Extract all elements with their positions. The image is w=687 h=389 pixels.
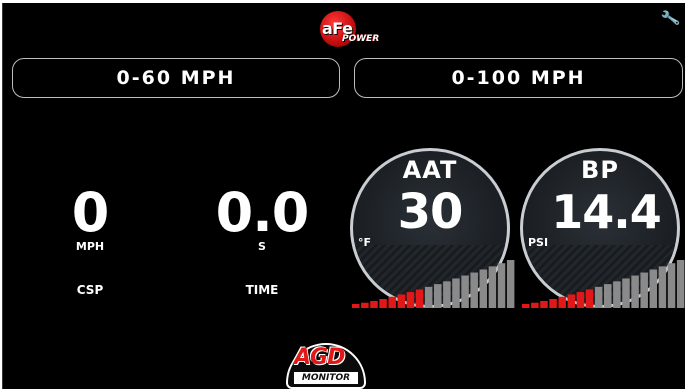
- monitor-logo-text: MONITOR: [294, 372, 358, 384]
- level-bar: [434, 284, 442, 308]
- agd-logo-text: AGD: [294, 345, 345, 370]
- level-bar: [397, 294, 406, 308]
- time-label: TIME: [245, 283, 279, 297]
- level-bar: [649, 269, 658, 308]
- agd-monitor-logo: AGD MONITOR: [280, 339, 376, 389]
- level-bar: [540, 300, 548, 308]
- zero-to-sixty-button[interactable]: 0-60 MPH: [12, 58, 340, 98]
- level-bar: [549, 298, 557, 308]
- level-bar: [388, 296, 396, 308]
- level-bar: [622, 278, 630, 308]
- level-bar: [406, 292, 415, 308]
- level-bar: [658, 266, 667, 308]
- level-bar: [415, 289, 424, 308]
- level-bar: [497, 263, 506, 308]
- level-bar: [585, 289, 594, 308]
- level-bar: [676, 260, 685, 308]
- aat-level-bars: [352, 260, 515, 308]
- bp-gauge-title: BP: [581, 156, 619, 184]
- level-bar: [558, 296, 566, 308]
- aat-gauge-unit: °F: [358, 236, 372, 249]
- time-value: 0.0: [215, 181, 310, 244]
- level-bar: [452, 278, 460, 308]
- level-bar: [488, 266, 497, 308]
- level-bar: [576, 292, 585, 308]
- level-bar: [531, 302, 539, 308]
- wrench-icon[interactable]: 🔧: [660, 7, 682, 28]
- level-bar: [604, 284, 612, 308]
- level-bar: [352, 304, 360, 308]
- aat-gauge-value: 30: [397, 184, 464, 240]
- bp-gauge[interactable]: BP 14.4 PSI: [520, 148, 685, 308]
- speed-unit: MPH: [75, 240, 105, 253]
- level-bar: [479, 269, 488, 308]
- level-bar: [370, 300, 378, 308]
- level-bar: [631, 275, 639, 308]
- speed-value: 0: [71, 181, 110, 244]
- afe-power-logo: aFe POWER: [316, 9, 386, 53]
- level-bar: [470, 272, 478, 308]
- level-bar: [361, 302, 369, 308]
- power-logo-text: POWER: [342, 34, 380, 44]
- aat-gauge-title: AAT: [402, 156, 458, 184]
- bp-gauge-value: 14.4: [551, 185, 662, 239]
- bp-gauge-unit: PSI: [528, 236, 549, 249]
- speed-readout: 0 MPH CSP: [50, 181, 130, 298]
- level-bar: [640, 272, 648, 308]
- level-bar: [594, 286, 603, 308]
- level-bar: [613, 281, 621, 308]
- time-readout: 0.0 S TIME: [197, 181, 327, 298]
- level-bar: [424, 286, 433, 308]
- level-bar: [522, 304, 530, 308]
- level-bar: [506, 260, 515, 308]
- level-bar: [667, 263, 676, 308]
- dashboard-screen: aFe POWER 🔧 0-60 MPH 0-100 MPH 0 MPH CSP…: [2, 3, 685, 389]
- aat-gauge[interactable]: AAT 30 °F: [350, 148, 516, 308]
- level-bar: [379, 298, 387, 308]
- level-bar: [567, 294, 576, 308]
- bp-level-bars: [522, 260, 685, 308]
- level-bar: [461, 275, 469, 308]
- speed-label: CSP: [76, 283, 104, 297]
- level-bar: [443, 281, 451, 308]
- zero-to-hundred-button[interactable]: 0-100 MPH: [354, 58, 683, 98]
